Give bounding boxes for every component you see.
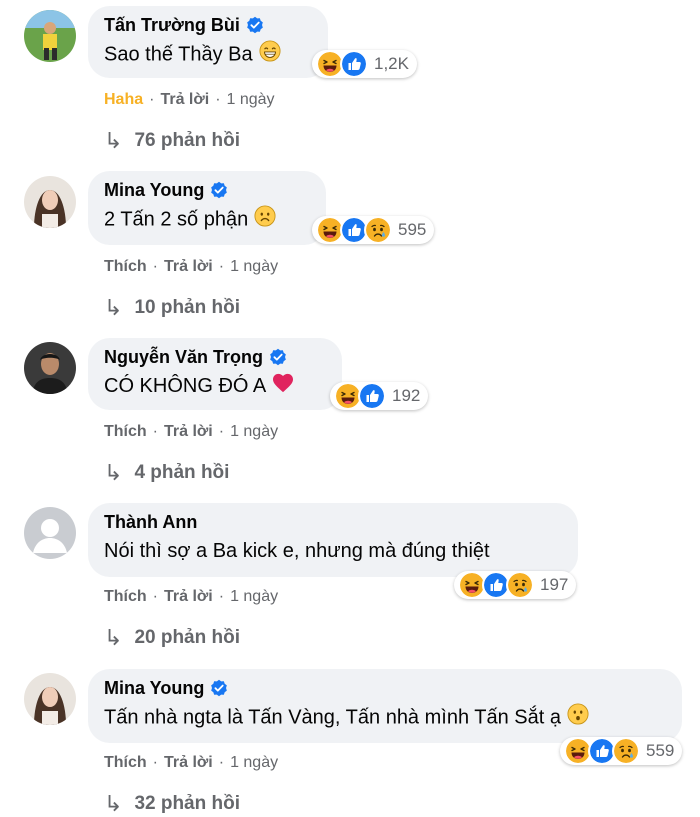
avatar[interactable] [24, 507, 76, 559]
comment-bubble: Nguyễn Văn Trọng CÓ KHÔNG ĐÓ A [88, 338, 342, 410]
reaction-count: 1,2K [374, 54, 409, 73]
verified-badge-icon [269, 348, 287, 366]
separator: · [152, 754, 158, 771]
reaction-count: 559 [646, 741, 675, 760]
comment-bubble: Mina Young 2 Tấn 2 số phận [88, 171, 326, 245]
reply-button[interactable]: Trả lời [164, 423, 213, 441]
comment-actions: Haha · Trả lời · 1 ngày [104, 91, 275, 109]
like-reaction-icon [340, 50, 368, 78]
reply-arrow-icon: ↳ [104, 295, 123, 320]
commenter-name[interactable]: Mina Young [104, 180, 204, 201]
like-button[interactable]: Thích [104, 588, 147, 606]
haha-button[interactable]: Haha [104, 91, 143, 109]
timestamp[interactable]: 1 ngày [227, 91, 275, 109]
commenter-name[interactable]: Nguyễn Văn Trọng [104, 347, 263, 368]
comment-text: Sao thế Thầy Ba [104, 43, 253, 66]
like-button[interactable]: Thích [104, 423, 147, 441]
separator: · [152, 588, 158, 605]
verified-badge-icon [210, 181, 228, 199]
separator: · [218, 258, 225, 275]
replies-count: 10 phản hồi [134, 297, 241, 318]
comment-text: Nói thì sợ a Ba kick e, nhưng mà đúng th… [104, 540, 490, 562]
separator: · [152, 423, 158, 440]
separator: · [218, 754, 225, 771]
replies-count: 4 phản hồi [134, 462, 230, 483]
avatar[interactable] [24, 342, 76, 394]
comment-text: Tấn nhà ngta là Tấn Vàng, Tấn nhà mình T… [104, 706, 561, 729]
reaction-summary[interactable]: 595 [312, 216, 435, 244]
reply-button[interactable]: Trả lời [160, 91, 209, 109]
reaction-count: 595 [398, 220, 427, 239]
like-reaction-icon [358, 382, 386, 410]
comment-bubble: Tấn Trường Bùi Sao thế Thầy Ba [88, 6, 328, 78]
commenter-name[interactable]: Tấn Trường Bùi [104, 15, 240, 36]
view-replies-link[interactable]: ↳ 20 phản hồi [104, 625, 240, 651]
timestamp[interactable]: 1 ngày [230, 754, 278, 772]
separator: · [152, 258, 158, 275]
reaction-summary[interactable]: 559 [560, 737, 683, 765]
grinning-emoji-icon [259, 40, 281, 70]
replies-count: 76 phản hồi [134, 130, 241, 151]
verified-badge-icon [210, 679, 228, 697]
like-button[interactable]: Thích [104, 258, 147, 276]
hushed-emoji-icon [567, 703, 589, 733]
commenter-name[interactable]: Mina Young [104, 678, 204, 699]
separator: · [149, 91, 155, 108]
separator: · [215, 91, 221, 108]
reaction-count: 197 [540, 575, 569, 594]
reply-arrow-icon: ↳ [104, 791, 123, 816]
frown-emoji-icon [254, 205, 276, 235]
view-replies-link[interactable]: ↳ 32 phản hồi [104, 791, 240, 817]
sad-reaction-icon [364, 216, 392, 244]
reaction-count: 192 [392, 386, 421, 405]
red-heart-icon [272, 373, 294, 401]
reaction-summary[interactable]: 197 [454, 571, 577, 599]
reply-button[interactable]: Trả lời [164, 588, 213, 606]
reply-button[interactable]: Trả lời [164, 754, 213, 772]
reply-button[interactable]: Trả lời [164, 258, 213, 276]
timestamp[interactable]: 1 ngày [230, 588, 278, 606]
comment-text: CÓ KHÔNG ĐÓ A [104, 375, 267, 397]
comment-text: 2 Tấn 2 số phận [104, 208, 249, 231]
sad-reaction-icon [612, 737, 640, 765]
avatar[interactable] [24, 176, 76, 228]
sad-reaction-icon [506, 571, 534, 599]
reply-arrow-icon: ↳ [104, 128, 123, 153]
avatar[interactable] [24, 10, 76, 62]
replies-count: 20 phản hồi [134, 627, 241, 648]
reply-arrow-icon: ↳ [104, 460, 123, 485]
separator: · [218, 423, 225, 440]
comment-actions: Thích · Trả lời · 1 ngày [104, 258, 278, 276]
comment-actions: Thích · Trả lời · 1 ngày [104, 754, 278, 772]
comment-actions: Thích · Trả lời · 1 ngày [104, 588, 278, 606]
view-replies-link[interactable]: ↳ 10 phản hồi [104, 295, 240, 321]
replies-count: 32 phản hồi [134, 793, 241, 814]
view-replies-link[interactable]: ↳ 76 phản hồi [104, 128, 240, 154]
commenter-name[interactable]: Thành Ann [104, 512, 197, 533]
reply-arrow-icon: ↳ [104, 625, 123, 650]
avatar[interactable] [24, 673, 76, 725]
like-button[interactable]: Thích [104, 754, 147, 772]
timestamp[interactable]: 1 ngày [230, 258, 278, 276]
comment-bubble: Thành Ann Nói thì sợ a Ba kick e, nhưng … [88, 503, 578, 577]
view-replies-link[interactable]: ↳ 4 phản hồi [104, 460, 229, 486]
timestamp[interactable]: 1 ngày [230, 423, 278, 441]
comment-bubble: Mina Young Tấn nhà ngta là Tấn Vàng, Tấn… [88, 669, 682, 743]
verified-badge-icon [246, 16, 264, 34]
reaction-summary[interactable]: 192 [330, 382, 429, 410]
reaction-summary[interactable]: 1,2K [312, 50, 417, 78]
separator: · [218, 588, 225, 605]
comment-actions: Thích · Trả lời · 1 ngày [104, 423, 278, 441]
